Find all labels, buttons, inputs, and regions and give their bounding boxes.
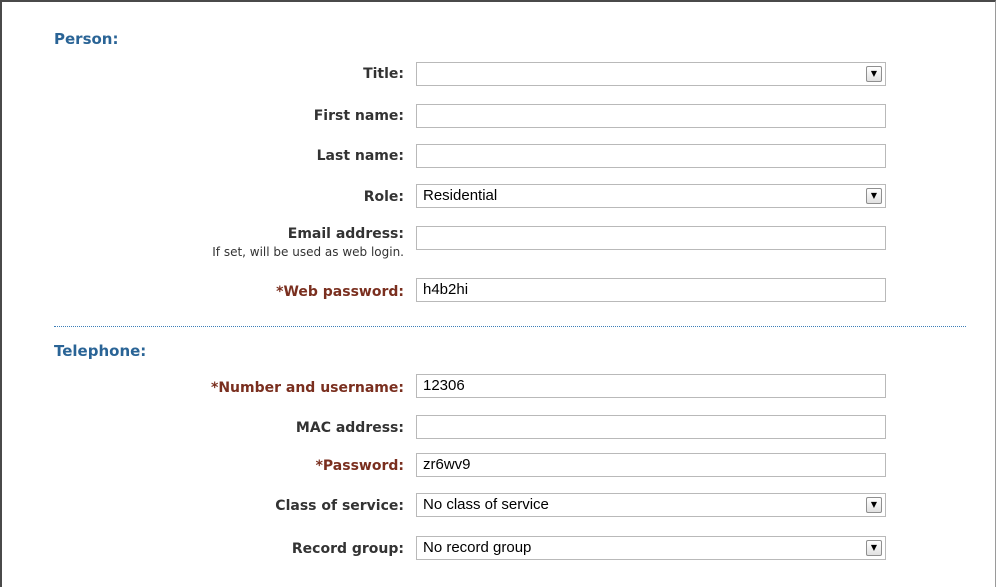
chevron-down-icon[interactable]: ▼ xyxy=(866,497,882,513)
class-of-service-select[interactable]: No class of service ▼ xyxy=(416,493,886,517)
password-label: *Password: xyxy=(315,458,404,474)
password-field[interactable]: zr6wv9 xyxy=(416,453,886,477)
email-hint: If set, will be used as web login. xyxy=(212,245,404,259)
email-label: Email address: xyxy=(287,226,404,242)
role-select[interactable]: Residential ▼ xyxy=(416,184,886,208)
title-select[interactable]: ▼ xyxy=(416,62,886,86)
record-group-select[interactable]: No record group ▼ xyxy=(416,536,886,560)
class-of-service-value: No class of service xyxy=(423,496,549,513)
chevron-down-icon[interactable]: ▼ xyxy=(866,540,882,556)
section-divider xyxy=(54,326,966,327)
number-username-label: *Number and username: xyxy=(211,380,404,396)
role-label: Role: xyxy=(363,189,404,205)
person-section-heading: Person: xyxy=(54,30,119,48)
record-group-value: No record group xyxy=(423,539,532,556)
mac-address-label: MAC address: xyxy=(295,420,404,436)
web-password-label: *Web password: xyxy=(276,284,404,300)
number-username-field[interactable]: 12306 xyxy=(416,374,886,398)
first-name-label: First name: xyxy=(313,108,404,124)
last-name-field[interactable] xyxy=(416,144,886,168)
last-name-label: Last name: xyxy=(316,148,404,164)
class-of-service-label: Class of service: xyxy=(275,498,404,514)
mac-address-field[interactable] xyxy=(416,415,886,439)
chevron-down-icon[interactable]: ▼ xyxy=(866,188,882,204)
web-password-field[interactable]: h4b2hi xyxy=(416,278,886,302)
email-field[interactable] xyxy=(416,226,886,250)
role-select-value: Residential xyxy=(423,187,498,204)
title-label: Title: xyxy=(363,66,404,82)
first-name-field[interactable] xyxy=(416,104,886,128)
chevron-down-icon[interactable]: ▼ xyxy=(866,66,882,82)
record-group-label: Record group: xyxy=(291,541,404,557)
telephone-section-heading: Telephone: xyxy=(54,342,147,360)
